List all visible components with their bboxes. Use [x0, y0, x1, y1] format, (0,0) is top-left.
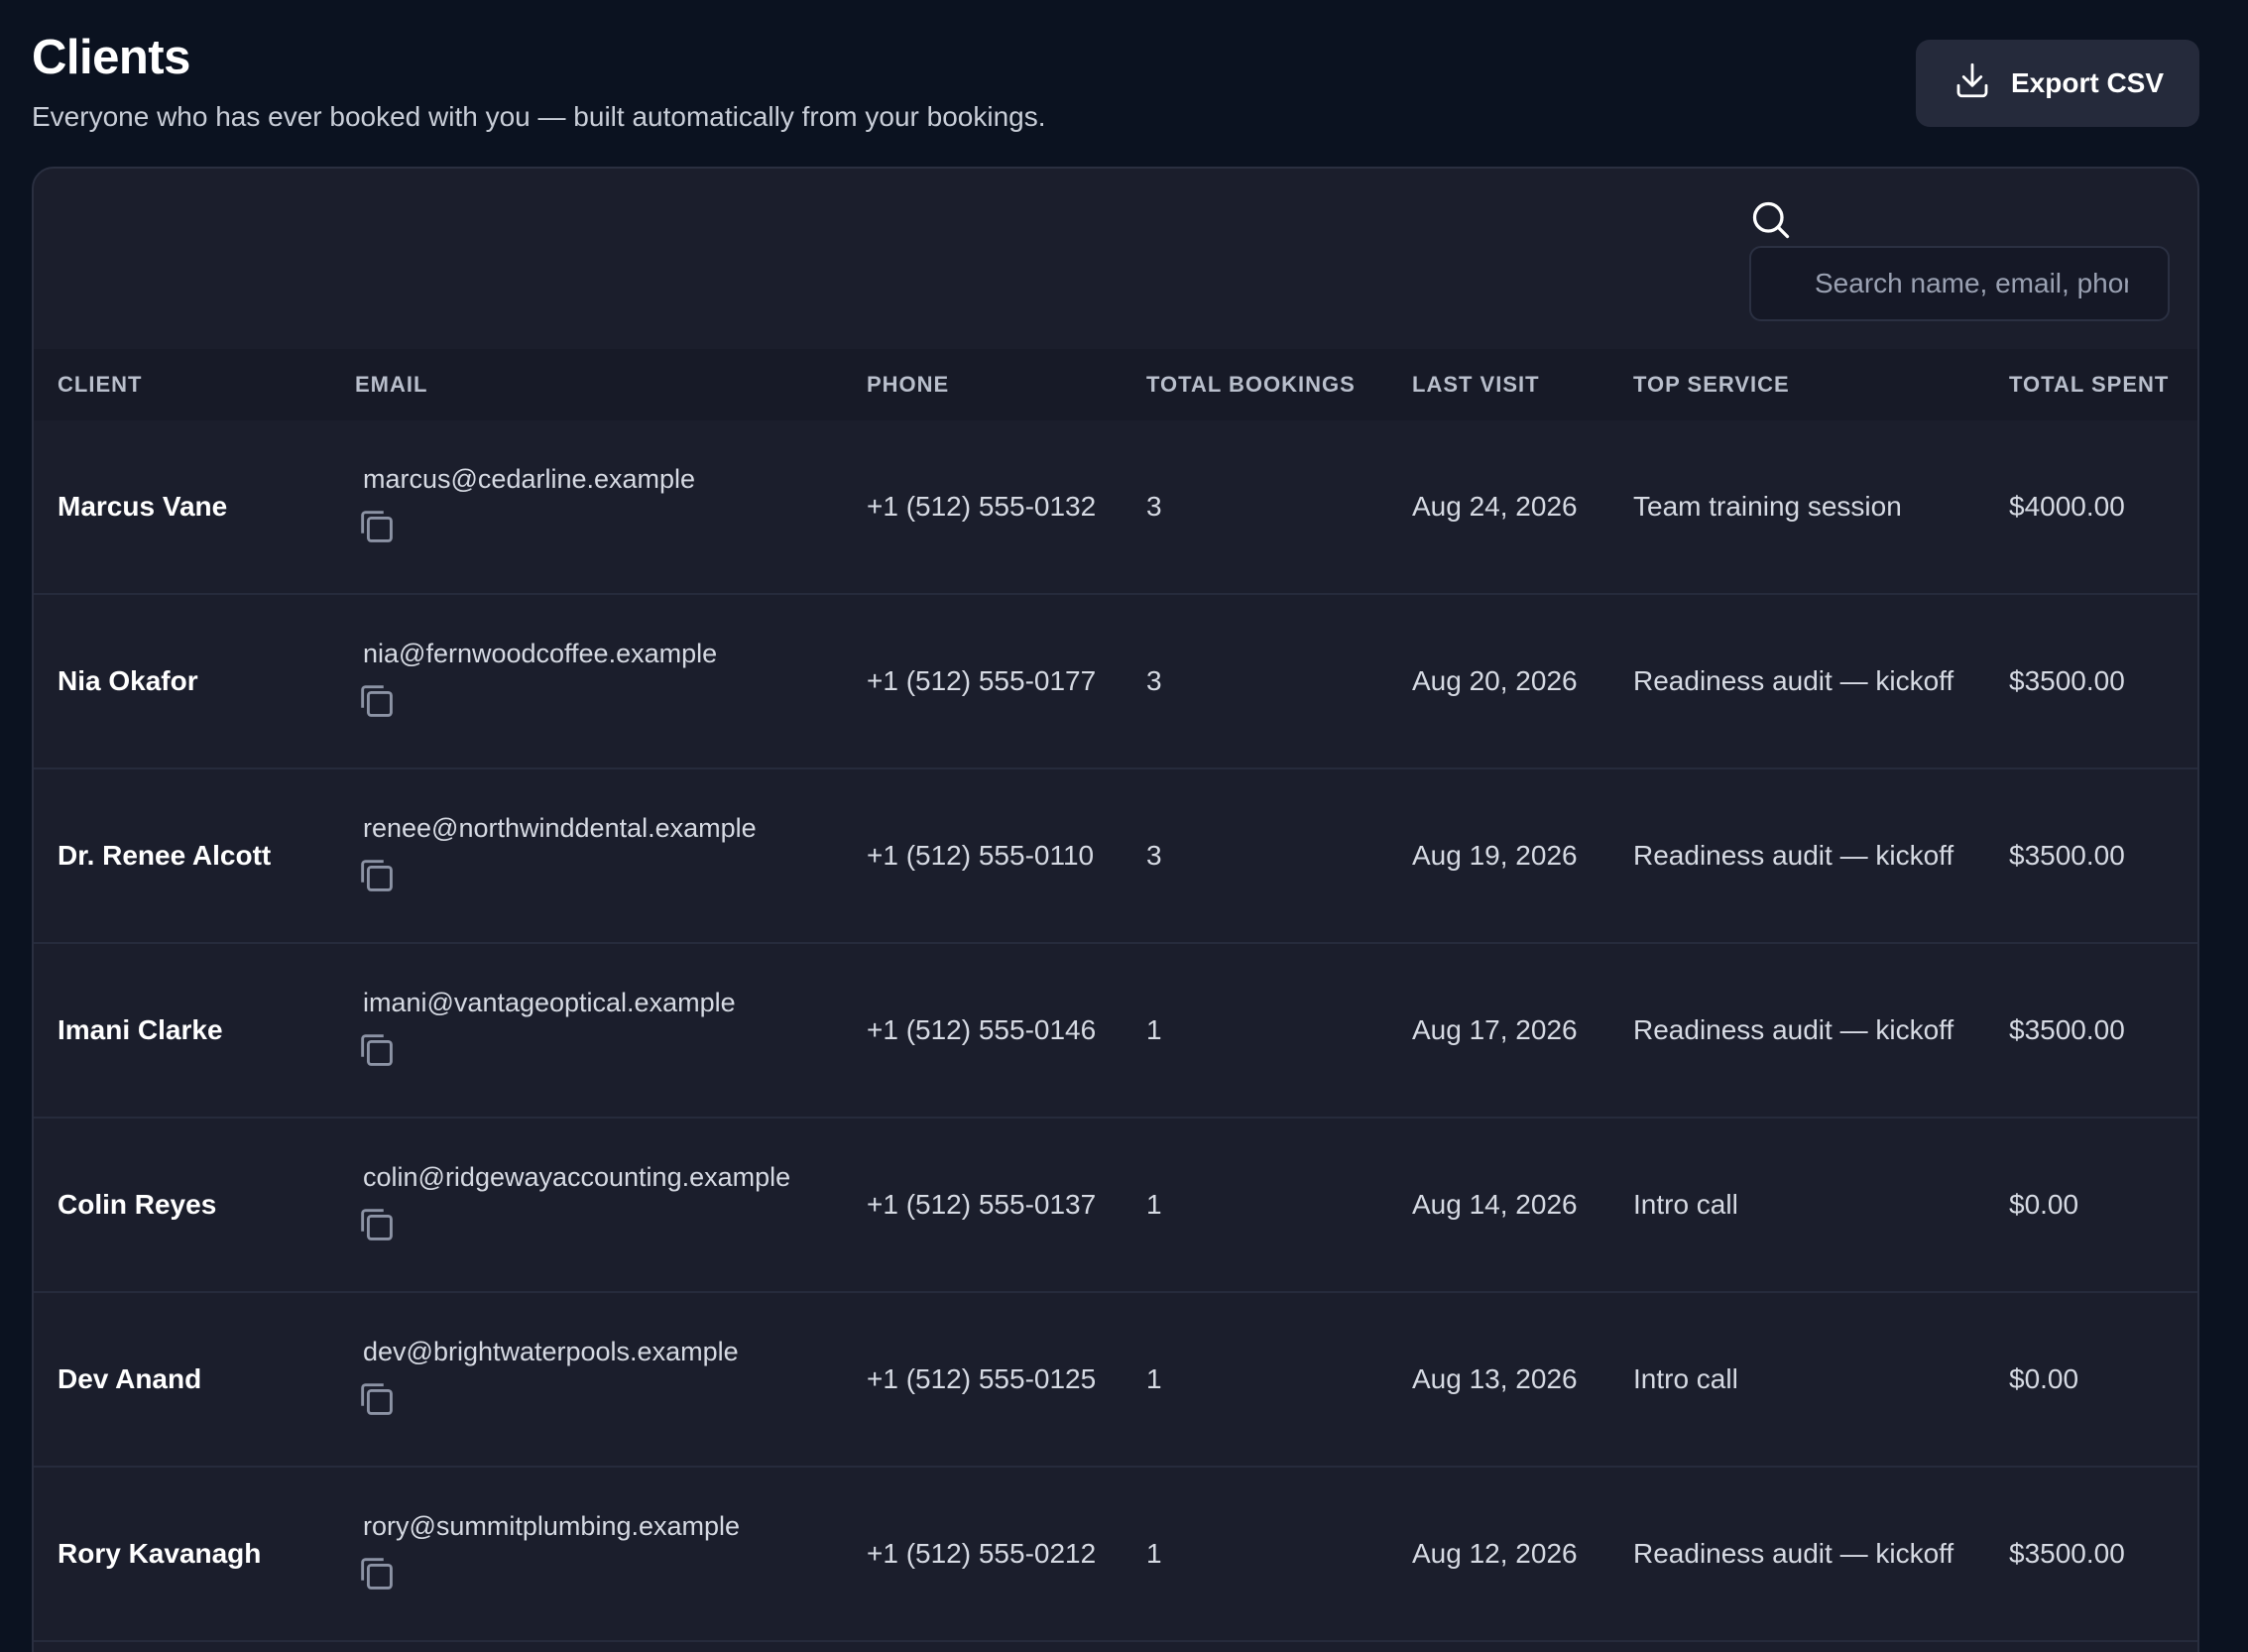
client-name: Rory Kavanagh: [58, 1538, 262, 1569]
client-total-bookings: 1: [1146, 1189, 1162, 1220]
page-subtitle: Everyone who has ever booked with you — …: [32, 101, 1046, 132]
email-cell: marcus@cedarline.example: [355, 464, 695, 550]
page-title: Clients: [32, 31, 190, 84]
client-phone: +1 (512) 555-0146: [867, 1014, 1097, 1045]
client-phone: +1 (512) 555-0137: [867, 1189, 1097, 1220]
client-total-spent: $0.00: [2009, 1189, 2079, 1220]
client-total-spent: $3500.00: [2009, 665, 2125, 696]
copy-icon[interactable]: [355, 679, 401, 725]
column-header-last-visit[interactable]: LAST VISIT: [1412, 372, 1540, 398]
table-body: Marcus Vane marcus@cedarline.example +1 …: [34, 420, 2197, 1642]
client-total-spent: $0.00: [2009, 1363, 2079, 1394]
table-row[interactable]: Marcus Vane marcus@cedarline.example +1 …: [34, 420, 2197, 595]
email-cell: imani@vantageoptical.example: [355, 988, 736, 1074]
client-last-visit: Aug 13, 2026: [1412, 1363, 1578, 1394]
client-email: nia@fernwoodcoffee.example: [363, 638, 718, 668]
client-email: colin@ridgewayaccounting.example: [363, 1161, 791, 1192]
client-last-visit: Aug 17, 2026: [1412, 1014, 1578, 1045]
search-input[interactable]: [1749, 246, 2170, 321]
download-icon: [1952, 59, 1993, 108]
table-row[interactable]: Dev Anand dev@brightwaterpools.example +…: [34, 1293, 2197, 1468]
client-total-spent: $3500.00: [2009, 1538, 2125, 1569]
column-header-email[interactable]: EMAIL: [355, 372, 427, 398]
client-email: rory@summitplumbing.example: [363, 1510, 741, 1541]
client-name: Nia Okafor: [58, 665, 198, 696]
client-last-visit: Aug 20, 2026: [1412, 665, 1578, 696]
table-row[interactable]: Nia Okafor nia@fernwoodcoffee.example +1…: [34, 595, 2197, 769]
client-name: Marcus Vane: [58, 491, 228, 522]
client-phone: +1 (512) 555-0125: [867, 1363, 1097, 1394]
column-header-client[interactable]: CLIENT: [58, 372, 142, 398]
column-header-phone[interactable]: PHONE: [867, 372, 949, 398]
client-top-service: Readiness audit — kickoff: [1633, 1538, 1954, 1569]
export-csv-button[interactable]: Export CSV: [1916, 40, 2199, 127]
client-email: marcus@cedarline.example: [363, 463, 696, 494]
email-cell: nia@fernwoodcoffee.example: [355, 639, 717, 725]
search-icon: [1749, 198, 1793, 242]
client-last-visit: Aug 24, 2026: [1412, 491, 1578, 522]
table-row[interactable]: Rory Kavanagh rory@summitplumbing.exampl…: [34, 1468, 2197, 1642]
copy-icon[interactable]: [355, 1377, 401, 1423]
column-header-total-spent[interactable]: TOTAL SPENT: [2009, 372, 2169, 398]
client-top-service: Readiness audit — kickoff: [1633, 665, 1954, 696]
email-cell: dev@brightwaterpools.example: [355, 1337, 739, 1423]
table-row[interactable]: Colin Reyes colin@ridgewayaccounting.exa…: [34, 1119, 2197, 1293]
client-last-visit: Aug 14, 2026: [1412, 1189, 1578, 1220]
email-cell: colin@ridgewayaccounting.example: [355, 1162, 790, 1248]
table-row[interactable]: Dr. Renee Alcott renee@northwinddental.e…: [34, 769, 2197, 944]
client-name: Dr. Renee Alcott: [58, 840, 272, 871]
table-header: CLIENT EMAIL PHONE TOTAL BOOKINGS LAST V…: [34, 349, 2197, 420]
column-header-total-bookings[interactable]: TOTAL BOOKINGS: [1146, 372, 1356, 398]
client-total-spent: $3500.00: [2009, 1014, 2125, 1045]
client-email: dev@brightwaterpools.example: [363, 1336, 739, 1366]
client-last-visit: Aug 12, 2026: [1412, 1538, 1578, 1569]
client-phone: +1 (512) 555-0110: [867, 840, 1095, 871]
client-total-bookings: 1: [1146, 1014, 1162, 1045]
client-top-service: Intro call: [1633, 1189, 1738, 1220]
copy-icon[interactable]: [355, 1552, 401, 1597]
client-name: Colin Reyes: [58, 1189, 217, 1220]
clients-table-card: CLIENT EMAIL PHONE TOTAL BOOKINGS LAST V…: [32, 167, 2199, 1652]
client-email: renee@northwinddental.example: [363, 812, 757, 843]
client-name: Imani Clarke: [58, 1014, 223, 1045]
client-phone: +1 (512) 555-0132: [867, 491, 1097, 522]
column-header-top-service[interactable]: TOP SERVICE: [1633, 372, 1790, 398]
copy-icon[interactable]: [355, 1028, 401, 1074]
client-top-service: Readiness audit — kickoff: [1633, 840, 1954, 871]
client-total-spent: $4000.00: [2009, 491, 2125, 522]
client-phone: +1 (512) 555-0212: [867, 1538, 1097, 1569]
client-total-bookings: 3: [1146, 840, 1162, 871]
export-csv-label: Export CSV: [2010, 67, 2165, 98]
client-last-visit: Aug 19, 2026: [1412, 840, 1578, 871]
copy-icon[interactable]: [355, 1203, 401, 1248]
client-top-service: Team training session: [1633, 491, 1902, 522]
client-total-spent: $3500.00: [2009, 840, 2125, 871]
client-name: Dev Anand: [58, 1363, 202, 1394]
copy-icon[interactable]: [355, 854, 401, 899]
copy-icon[interactable]: [355, 505, 401, 550]
client-total-bookings: 3: [1146, 491, 1162, 522]
client-total-bookings: 1: [1146, 1538, 1162, 1569]
client-phone: +1 (512) 555-0177: [867, 665, 1097, 696]
client-total-bookings: 1: [1146, 1363, 1162, 1394]
client-email: imani@vantageoptical.example: [363, 987, 736, 1017]
client-top-service: Intro call: [1633, 1363, 1738, 1394]
client-top-service: Readiness audit — kickoff: [1633, 1014, 1954, 1045]
client-total-bookings: 3: [1146, 665, 1162, 696]
email-cell: rory@summitplumbing.example: [355, 1511, 740, 1597]
page-header: Clients Everyone who has ever booked wit…: [32, 30, 1046, 133]
email-cell: renee@northwinddental.example: [355, 813, 757, 899]
clients-page: Clients Everyone who has ever booked wit…: [0, 0, 2248, 1652]
table-row[interactable]: Imani Clarke imani@vantageoptical.exampl…: [34, 944, 2197, 1119]
